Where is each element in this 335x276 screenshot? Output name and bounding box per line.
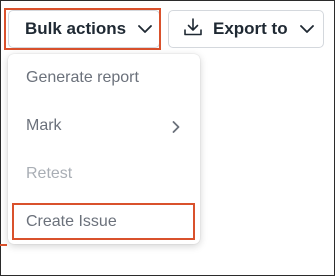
bulk-actions-highlight (4, 8, 161, 50)
menu-item-label: Mark (26, 117, 62, 134)
download-icon (183, 17, 203, 42)
chevron-right-icon (172, 120, 180, 138)
menu-item-mark[interactable]: Mark (8, 106, 200, 146)
menu-item-generate-report[interactable]: Generate report (8, 58, 200, 98)
create-issue-highlight (12, 203, 195, 240)
export-to-button[interactable]: Export to (168, 10, 324, 48)
menu-item-label: Generate report (26, 69, 139, 86)
menu-item-label: Retest (26, 165, 73, 182)
export-to-label: Export to (213, 19, 288, 38)
highlight-line (0, 244, 7, 246)
menu-item-retest: Retest (8, 154, 200, 194)
chevron-down-icon (299, 19, 314, 39)
